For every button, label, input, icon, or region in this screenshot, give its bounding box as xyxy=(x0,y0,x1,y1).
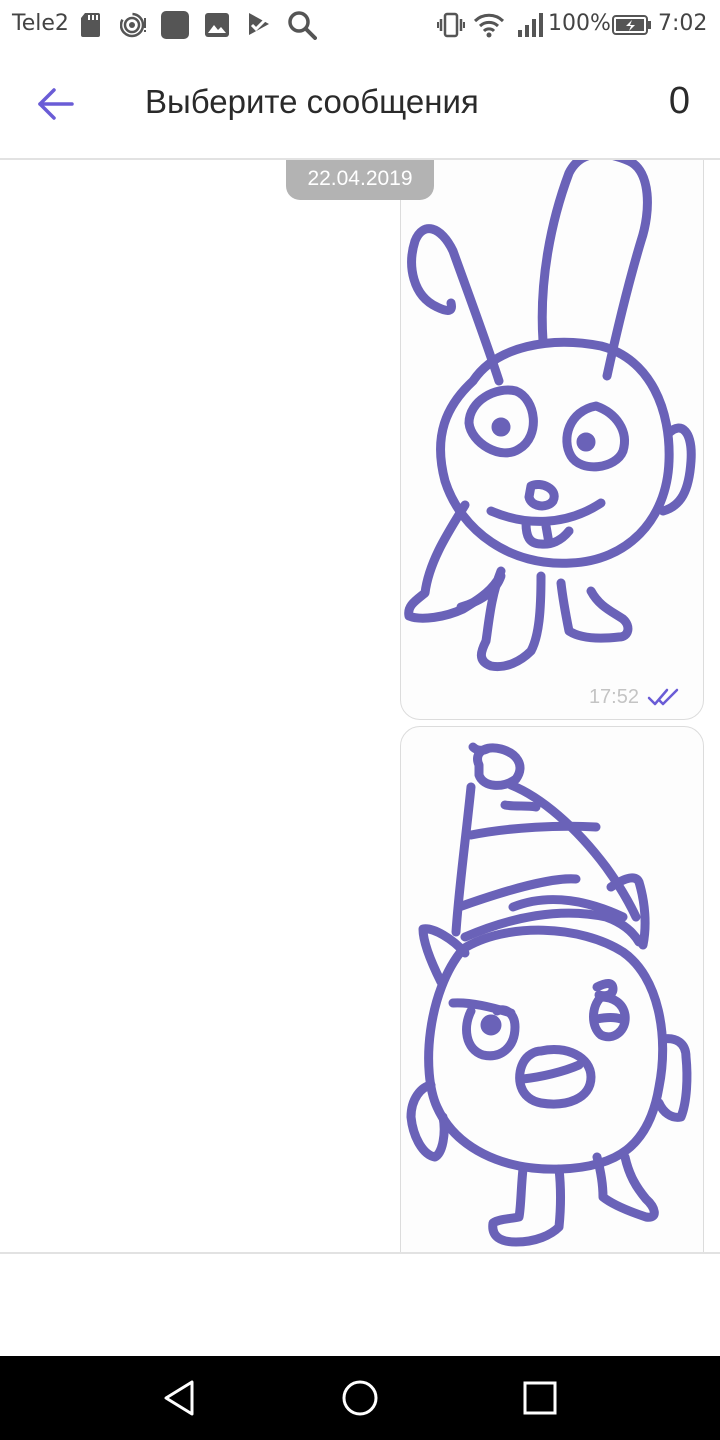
navigation-bar xyxy=(0,1356,720,1440)
message-bubble-creature[interactable] xyxy=(400,726,704,1252)
app-bar: Выберите сообщения 0 xyxy=(0,50,720,160)
gallery-icon xyxy=(205,13,229,37)
bunny-doodle xyxy=(404,160,696,672)
play-store-icon xyxy=(249,13,269,35)
status-bar: Tele2 100% 7:02 xyxy=(0,0,720,50)
vibrate-icon xyxy=(437,12,465,38)
date-separator: 22.04.2019 xyxy=(286,160,434,200)
arrow-left-icon xyxy=(38,88,74,120)
message-list[interactable]: 22.04.2019 17:52 xyxy=(0,160,720,1252)
page-title: Выберите сообщения xyxy=(145,83,479,120)
back-triangle-icon xyxy=(164,1380,194,1416)
double-check-icon xyxy=(647,688,679,706)
battery-icon xyxy=(612,15,651,35)
battery-percent: 100% xyxy=(548,11,611,36)
selected-count: 0 xyxy=(668,80,690,122)
nav-recents-button[interactable] xyxy=(520,1378,560,1418)
message-time: 17:52 xyxy=(588,686,639,708)
wifi-icon xyxy=(473,13,505,38)
hotspot-icon xyxy=(120,12,146,38)
nav-back-button[interactable] xyxy=(160,1378,200,1418)
carrier-name: Tele2 xyxy=(12,11,69,36)
bottom-panel xyxy=(0,1254,720,1356)
recents-square-icon xyxy=(523,1381,557,1415)
status-clock: 7:02 xyxy=(658,11,708,36)
home-circle-icon xyxy=(342,1380,378,1416)
back-button[interactable] xyxy=(30,80,80,130)
app-square-icon xyxy=(161,11,189,39)
sd-card-icon xyxy=(81,13,100,37)
creature-doodle xyxy=(406,742,692,1247)
nav-home-button[interactable] xyxy=(340,1378,380,1418)
signal-icon xyxy=(518,13,543,37)
search-icon xyxy=(288,11,317,40)
message-bubble-bunny[interactable]: 17:52 xyxy=(400,160,704,720)
